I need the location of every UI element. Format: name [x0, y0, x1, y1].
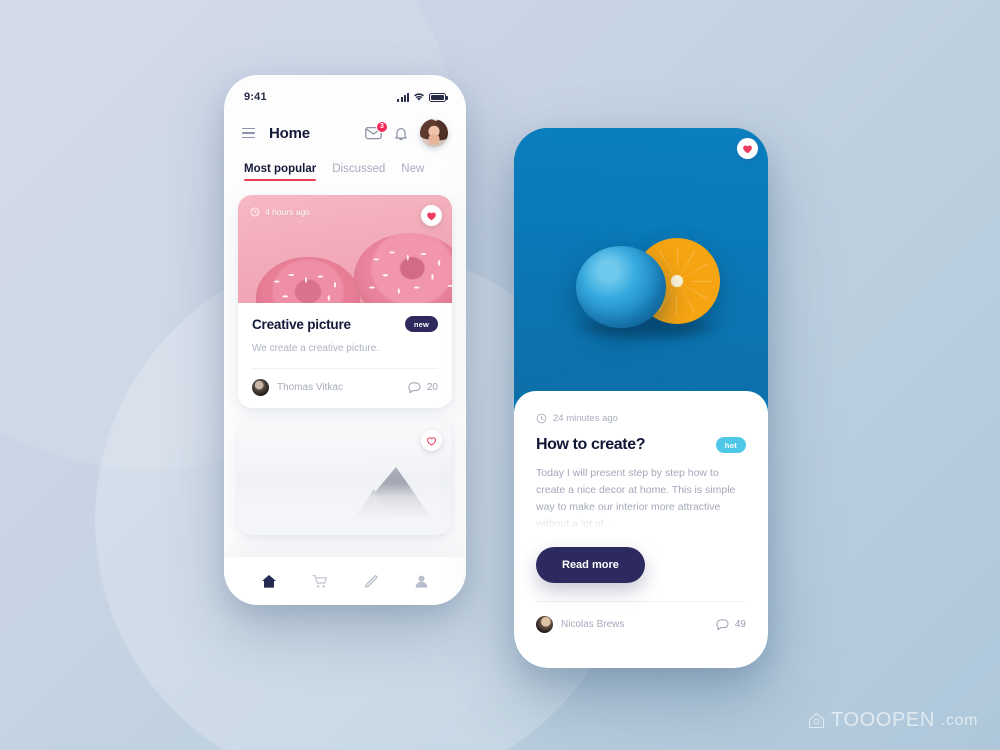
comment-count-detail[interactable]: 49: [716, 618, 746, 631]
feed-list: 4 hours ago Creative picture new We crea…: [224, 181, 466, 535]
phone-mockup-right: 24 minutes ago How to create? hot Today …: [514, 128, 768, 668]
comment-count-value: 20: [426, 382, 438, 393]
tooopen-logo-icon: [809, 712, 825, 729]
post-detail-title-row: How to create? hot: [536, 436, 746, 454]
author-avatar: [536, 616, 553, 633]
like-button-secondary[interactable]: [421, 430, 442, 451]
nav-edit[interactable]: [363, 574, 379, 589]
header-actions: 3: [365, 119, 448, 147]
hero-like-button[interactable]: [737, 138, 758, 159]
tab-discussed[interactable]: Discussed: [332, 163, 385, 181]
tab-bar: Most popular Discussed New: [224, 147, 466, 181]
clock-icon: [536, 413, 547, 424]
post-footer: Thomas Vitkac 20: [252, 368, 438, 408]
battery-full-icon: [429, 92, 448, 102]
bell-icon: [395, 127, 407, 140]
comment-bubble-icon: [408, 381, 421, 393]
cellular-signal-icon: [397, 92, 409, 102]
post-detail-author[interactable]: Nicolas Brews: [536, 616, 624, 633]
mail-badge: 3: [376, 121, 388, 133]
sprinkles-b: [354, 233, 452, 303]
status-icons: [397, 92, 448, 102]
post-title-row: Creative picture new: [252, 316, 438, 332]
like-button[interactable]: [421, 205, 442, 226]
status-badge-new: new: [404, 316, 438, 332]
status-time: 9:41: [244, 91, 267, 103]
post-image-donuts: 4 hours ago: [238, 195, 452, 303]
comment-count-detail-value: 49: [734, 619, 746, 630]
orange-whole-blue: [576, 246, 666, 328]
page-title: Home: [269, 124, 310, 142]
sprinkles-a: [256, 257, 360, 303]
donut-shape-a: [256, 257, 360, 303]
nav-profile[interactable]: [414, 574, 429, 589]
mail-button[interactable]: 3: [365, 121, 388, 140]
home-icon: [262, 574, 277, 588]
status-badge-hot: hot: [715, 437, 746, 453]
watermark-brand: TOOOPEN: [831, 709, 935, 731]
phone-mockup-left: 9:41 Home 3 Most popular Discussed New 4…: [224, 75, 466, 605]
tab-most-popular[interactable]: Most popular: [244, 163, 317, 181]
nav-cart[interactable]: [312, 574, 328, 589]
author-name: Thomas Vitkac: [277, 382, 343, 393]
status-bar: 9:41: [224, 75, 466, 103]
hero-image-orange: [514, 128, 768, 400]
read-more-button[interactable]: Read more: [536, 547, 645, 583]
post-detail-title: How to create?: [536, 436, 646, 453]
app-header: Home 3: [224, 103, 466, 147]
post-card-secondary[interactable]: [238, 420, 452, 535]
comment-bubble-icon: [716, 618, 729, 630]
post-detail-body: Today I will present step by step how to…: [536, 465, 746, 533]
post-card[interactable]: 4 hours ago Creative picture new We crea…: [238, 195, 452, 408]
mist-overlay-top: [238, 420, 452, 485]
post-image-mountain: [238, 420, 452, 535]
pencil-icon: [364, 574, 378, 588]
post-detail-footer: Nicolas Brews 49: [536, 601, 746, 633]
watermark-suffix: .com: [940, 711, 978, 729]
comment-count[interactable]: 20: [408, 381, 438, 394]
clock-icon: [250, 207, 260, 217]
post-timestamp: 4 hours ago: [250, 207, 310, 217]
cart-icon: [312, 574, 328, 588]
heart-filled-icon: [427, 212, 436, 220]
person-icon: [415, 575, 428, 588]
heart-filled-icon: [743, 145, 752, 153]
heart-outline-icon: [426, 436, 437, 446]
post-timestamp-detail: 24 minutes ago: [536, 413, 746, 424]
user-avatar[interactable]: [420, 119, 448, 147]
post-description: We create a creative picture.: [252, 343, 380, 354]
author-avatar: [252, 379, 269, 396]
mountain-photo: [238, 420, 452, 535]
post-detail-sheet: 24 minutes ago How to create? hot Today …: [514, 391, 768, 668]
hamburger-menu-icon[interactable]: [242, 127, 255, 139]
nav-home[interactable]: [261, 574, 277, 589]
post-author[interactable]: Thomas Vitkac: [252, 379, 343, 396]
post-card-body: Creative picture new We create a creativ…: [238, 303, 452, 408]
bottom-navigation: [224, 557, 466, 605]
post-timestamp-detail-text: 24 minutes ago: [553, 413, 618, 424]
post-timestamp-text: 4 hours ago: [265, 207, 310, 217]
donut-shape-b: [354, 233, 452, 303]
tab-new[interactable]: New: [401, 163, 424, 181]
wifi-icon: [414, 93, 424, 101]
notifications-button[interactable]: [394, 126, 408, 141]
watermark: TOOOPEN .com: [808, 709, 978, 732]
author-name: Nicolas Brews: [561, 619, 625, 630]
post-title: Creative picture: [252, 316, 351, 332]
